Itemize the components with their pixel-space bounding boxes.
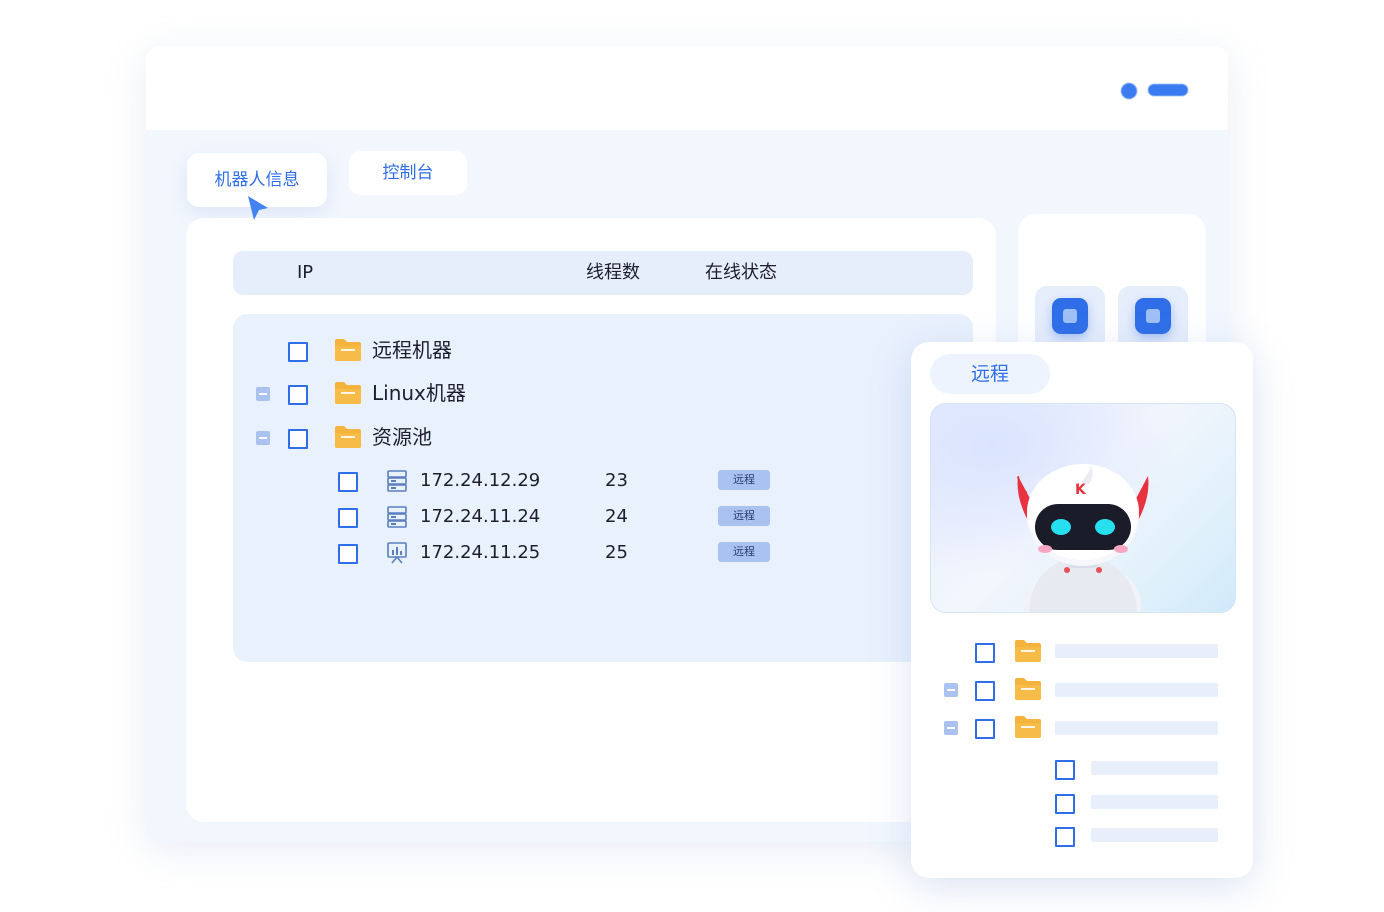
skeleton-line bbox=[1055, 721, 1218, 735]
collapse-toggle-icon[interactable] bbox=[256, 431, 270, 445]
status-dot-icon bbox=[1121, 83, 1137, 99]
machine-checkbox[interactable] bbox=[338, 472, 358, 492]
machine-checkbox[interactable] bbox=[338, 544, 358, 564]
group-label: 资源池 bbox=[372, 425, 432, 449]
skeleton-line bbox=[1091, 761, 1218, 775]
tab-console[interactable]: 控制台 bbox=[349, 151, 467, 195]
machine-checkbox[interactable] bbox=[338, 508, 358, 528]
collapse-toggle-icon[interactable] bbox=[944, 683, 958, 697]
status-badge: 远程 bbox=[718, 470, 770, 490]
machine-ip: 172.24.11.24 bbox=[420, 506, 541, 527]
group-checkbox[interactable] bbox=[288, 342, 308, 362]
table-header: IP 线程数 在线状态 bbox=[233, 251, 973, 295]
status-pill-icon bbox=[1148, 84, 1188, 96]
group-label: 远程机器 bbox=[372, 338, 452, 362]
skeleton-checkbox[interactable] bbox=[975, 719, 995, 739]
group-checkbox[interactable] bbox=[288, 429, 308, 449]
group-label: Linux机器 bbox=[372, 381, 466, 405]
skeleton-checkbox[interactable] bbox=[1055, 760, 1075, 780]
presentation-chart-icon bbox=[387, 542, 407, 564]
column-header-status: 在线状态 bbox=[705, 262, 777, 283]
machine-threads: 24 bbox=[605, 506, 628, 527]
window-header bbox=[146, 46, 1228, 130]
stop-button-icon[interactable] bbox=[1135, 298, 1171, 334]
mouse-cursor-icon bbox=[248, 196, 268, 220]
column-header-threads: 线程数 bbox=[586, 262, 640, 283]
folder-icon bbox=[1015, 716, 1041, 738]
folder-icon bbox=[335, 339, 361, 361]
server-icon bbox=[387, 470, 407, 492]
tab-remote[interactable]: 远程 bbox=[930, 354, 1050, 394]
robot-illustration: K bbox=[1017, 464, 1149, 612]
status-badge: 远程 bbox=[718, 506, 770, 526]
skeleton-line bbox=[1055, 644, 1218, 658]
collapse-toggle-icon[interactable] bbox=[256, 387, 270, 401]
folder-icon bbox=[335, 382, 361, 404]
machine-ip: 172.24.11.25 bbox=[420, 542, 541, 563]
skeleton-line bbox=[1055, 683, 1218, 697]
skeleton-checkbox[interactable] bbox=[1055, 794, 1075, 814]
collapse-toggle-icon[interactable] bbox=[944, 721, 958, 735]
machine-ip: 172.24.12.29 bbox=[420, 470, 541, 491]
skeleton-checkbox[interactable] bbox=[1055, 827, 1075, 847]
robot-mascot-image: K bbox=[930, 403, 1236, 613]
machine-threads: 25 bbox=[605, 542, 628, 563]
skeleton-checkbox[interactable] bbox=[975, 643, 995, 663]
status-badge: 远程 bbox=[718, 542, 770, 562]
svg-text:K: K bbox=[1075, 482, 1087, 498]
stop-button-icon[interactable] bbox=[1052, 298, 1088, 334]
folder-icon bbox=[1015, 640, 1041, 662]
folder-icon bbox=[1015, 678, 1041, 700]
column-header-ip: IP bbox=[297, 262, 314, 283]
skeleton-line bbox=[1091, 795, 1218, 809]
folder-icon bbox=[335, 426, 361, 448]
machine-threads: 23 bbox=[605, 470, 628, 491]
server-icon bbox=[387, 506, 407, 528]
group-checkbox[interactable] bbox=[288, 385, 308, 405]
skeleton-checkbox[interactable] bbox=[975, 681, 995, 701]
skeleton-line bbox=[1091, 828, 1218, 842]
